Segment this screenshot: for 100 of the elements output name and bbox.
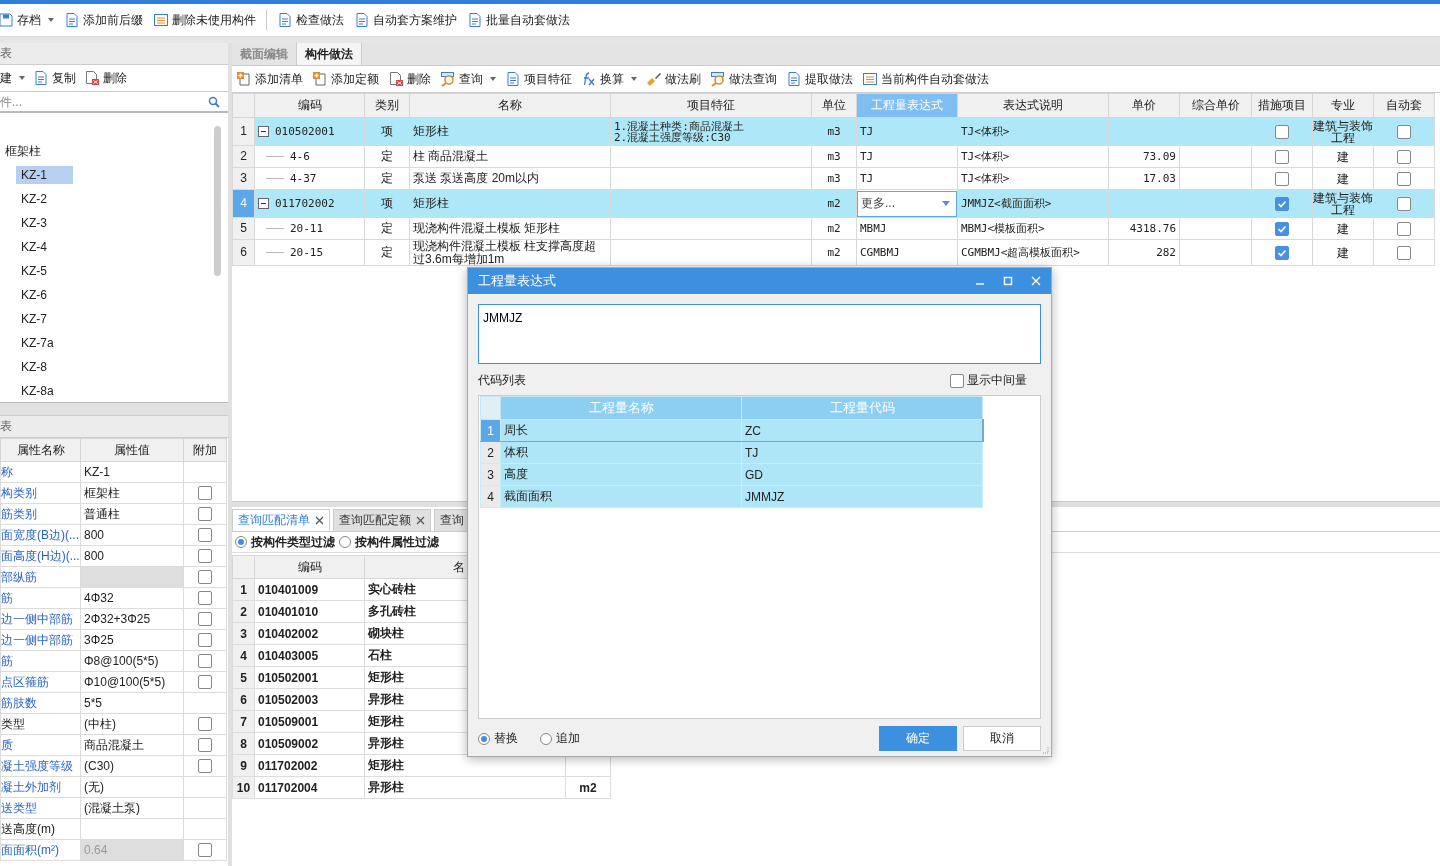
property-value[interactable]: (C30) — [80, 755, 184, 777]
checkbox[interactable] — [1397, 171, 1411, 186]
column-header[interactable]: 类别 — [364, 93, 410, 118]
property-value[interactable]: 2Φ32+3Φ25 — [80, 608, 184, 630]
table-cell[interactable]: JMMJZ — [741, 485, 983, 508]
tree-item[interactable]: KZ-5 — [16, 262, 52, 280]
checkbox[interactable] — [1275, 171, 1289, 186]
property-value[interactable]: 3Φ25 — [80, 629, 184, 651]
column-header[interactable]: 单价 — [1108, 93, 1180, 118]
radio-button[interactable] — [339, 536, 351, 548]
table-cell: 建 — [1312, 167, 1374, 190]
tree-item[interactable]: KZ-7 — [16, 310, 52, 328]
checkbox[interactable] — [198, 738, 212, 753]
tab[interactable]: 查询匹配定额 — [333, 509, 431, 531]
checkbox[interactable] — [1275, 149, 1289, 164]
close-icon[interactable] — [416, 516, 425, 525]
checkbox[interactable] — [950, 373, 964, 388]
property-value[interactable]: (无) — [80, 776, 184, 798]
tree-item[interactable]: KZ-8 — [16, 358, 52, 376]
checkbox[interactable] — [198, 591, 212, 606]
tree-item[interactable]: KZ-2 — [16, 190, 52, 208]
table-cell[interactable]: 高度 — [500, 463, 742, 486]
tree-item[interactable]: KZ-8a — [16, 382, 59, 400]
radio-button[interactable] — [540, 732, 552, 745]
checkbox[interactable] — [1275, 124, 1289, 139]
scrollbar[interactable] — [214, 126, 221, 276]
checkbox[interactable] — [198, 633, 212, 648]
checkbox[interactable] — [198, 654, 212, 669]
resize-grip-icon[interactable] — [1041, 746, 1049, 754]
radio-label[interactable]: 按构件类型过滤 — [251, 533, 335, 551]
column-header[interactable]: 自动套 — [1373, 93, 1435, 118]
expression-dropdown[interactable]: 更多... — [857, 190, 957, 217]
row-number[interactable]: 3 — [480, 463, 501, 486]
property-value[interactable]: 商品混凝土 — [80, 734, 184, 756]
checkbox[interactable] — [1275, 246, 1289, 260]
radio-label[interactable]: 替换 — [494, 730, 518, 747]
column-header[interactable]: 单位 — [811, 93, 857, 118]
checkbox[interactable] — [1397, 221, 1411, 236]
cancel-button[interactable]: 取消 — [963, 726, 1041, 751]
column-header[interactable]: 名称 — [409, 93, 611, 118]
column-header[interactable]: 编码 — [254, 93, 365, 118]
checkbox[interactable] — [198, 507, 212, 522]
table-cell[interactable]: GD — [741, 463, 983, 486]
tree-item[interactable]: KZ-4 — [16, 238, 52, 256]
property-value[interactable]: 800 — [80, 524, 184, 546]
checkbox-label[interactable]: 显示中间量 — [967, 372, 1027, 389]
checkbox[interactable] — [1275, 221, 1289, 236]
tree-item[interactable]: 框架柱 — [0, 140, 46, 162]
tab[interactable]: 构件做法 — [297, 43, 362, 65]
tab[interactable]: 查询 — [434, 509, 470, 531]
table-cell[interactable]: TJ — [741, 441, 983, 464]
tab[interactable]: 查询匹配清单 — [232, 509, 330, 531]
close-icon[interactable] — [315, 516, 324, 525]
row-number[interactable]: 2 — [480, 441, 501, 464]
property-value[interactable]: 普通柱 — [80, 503, 184, 525]
checkbox[interactable] — [1397, 149, 1411, 164]
property-value[interactable]: KZ-1 — [80, 461, 184, 483]
checkbox[interactable] — [198, 528, 212, 543]
radio-button[interactable] — [478, 732, 490, 745]
radio-button[interactable] — [235, 536, 247, 548]
column-header[interactable]: 项目特征 — [610, 93, 812, 118]
checkbox[interactable] — [1275, 196, 1289, 211]
property-value[interactable]: 4Φ32 — [80, 587, 184, 609]
checkbox[interactable] — [1397, 196, 1411, 211]
checkmark-icon — [1277, 223, 1287, 234]
table-cell[interactable]: 体积 — [500, 441, 742, 464]
tree-item[interactable]: KZ-3 — [16, 214, 52, 232]
collapse-icon[interactable] — [258, 198, 269, 209]
table-cell[interactable]: 周长 — [500, 419, 742, 442]
table-cell[interactable]: 截面面积 — [500, 485, 742, 508]
radio-label[interactable]: 按构件属性过滤 — [355, 533, 439, 551]
search-icon — [208, 95, 220, 108]
property-value[interactable]: 框架柱 — [80, 482, 184, 504]
property-value[interactable]: (中柱) — [80, 713, 184, 735]
property-value[interactable]: (混凝土泵) — [80, 797, 184, 819]
property-value[interactable]: 5*5 — [80, 692, 184, 714]
maximize-icon[interactable] — [1003, 276, 1013, 286]
column-header[interactable]: 专业 — [1312, 93, 1374, 118]
tree-item[interactable]: KZ-7a — [16, 334, 59, 352]
property-value[interactable]: Φ8@100(5*5) — [80, 650, 184, 672]
column-header[interactable]: 表达式说明 — [957, 93, 1109, 118]
tree-item[interactable]: KZ-6 — [16, 286, 52, 304]
checkbox[interactable] — [1397, 124, 1411, 139]
checkbox[interactable] — [198, 675, 212, 690]
checkbox[interactable] — [198, 612, 212, 627]
search-field[interactable]: 件... — [0, 94, 208, 109]
checkbox[interactable] — [1397, 246, 1411, 260]
property-value[interactable]: 800 — [80, 545, 184, 567]
property-value[interactable]: Φ10@100(5*5) — [80, 671, 184, 693]
checkbox[interactable] — [198, 759, 212, 774]
column-header[interactable]: 措施项目 — [1251, 93, 1313, 118]
collapse-icon[interactable] — [258, 126, 269, 137]
checkbox[interactable] — [198, 549, 212, 564]
table-cell[interactable]: ZC — [741, 419, 983, 442]
tree-item[interactable]: KZ-1 — [16, 166, 73, 184]
column-header[interactable]: 综合单价 — [1179, 93, 1252, 118]
expression-field[interactable]: JMMJZ — [478, 304, 1041, 364]
row-number[interactable]: 4 — [480, 485, 501, 508]
checkbox[interactable] — [198, 717, 212, 732]
checkbox[interactable] — [198, 486, 212, 501]
